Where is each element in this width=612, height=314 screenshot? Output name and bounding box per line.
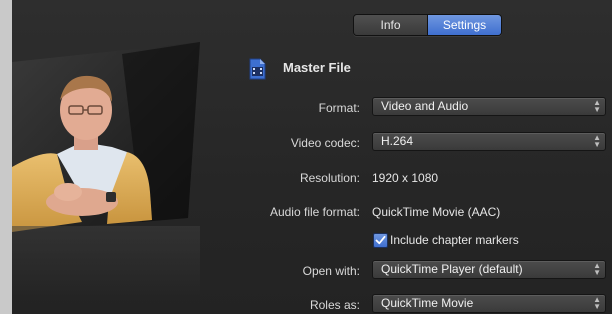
format-popup[interactable]: Video and Audio ▲ ▼ xyxy=(372,97,606,116)
updown-chevron-icon: ▲ ▼ xyxy=(593,98,601,114)
open-with-popup[interactable]: QuickTime Player (default) ▲ ▼ xyxy=(372,260,606,279)
audio-file-format-value: QuickTime Movie (AAC) xyxy=(372,205,501,219)
preview-reflection xyxy=(12,226,200,314)
open-with-value: QuickTime Player (default) xyxy=(381,262,523,276)
film-document-icon xyxy=(249,58,266,80)
updown-chevron-icon: ▲ ▼ xyxy=(593,261,601,277)
include-chapter-markers-checkbox[interactable] xyxy=(373,233,388,248)
updown-chevron-icon: ▲ ▼ xyxy=(593,295,601,311)
format-value: Video and Audio xyxy=(381,99,469,113)
tab-info[interactable]: Info xyxy=(354,15,427,35)
info-settings-segmented-control: Info Settings xyxy=(353,14,502,36)
resolution-value: 1920 x 1080 xyxy=(372,171,439,185)
tab-settings[interactable]: Settings xyxy=(427,15,501,35)
roles-as-value: QuickTime Movie xyxy=(381,296,474,310)
video-preview-thumbnail xyxy=(12,42,200,232)
checkmark-icon xyxy=(375,235,386,245)
video-codec-label: Video codec: xyxy=(290,136,360,150)
video-codec-popup[interactable]: H.264 ▲ ▼ xyxy=(372,132,606,151)
section-title: Master File xyxy=(283,60,351,75)
resolution-label: Resolution: xyxy=(299,171,360,185)
include-chapter-markers-label[interactable]: Include chapter markers xyxy=(390,233,519,247)
updown-chevron-icon: ▲ ▼ xyxy=(593,133,601,149)
format-label: Format: xyxy=(318,101,360,115)
video-codec-value: H.264 xyxy=(381,134,414,148)
open-with-label: Open with: xyxy=(302,264,360,278)
roles-as-label: Roles as: xyxy=(309,298,360,312)
audio-file-format-label: Audio file format: xyxy=(269,205,360,219)
roles-as-popup[interactable]: QuickTime Movie ▲ ▼ xyxy=(372,294,606,313)
